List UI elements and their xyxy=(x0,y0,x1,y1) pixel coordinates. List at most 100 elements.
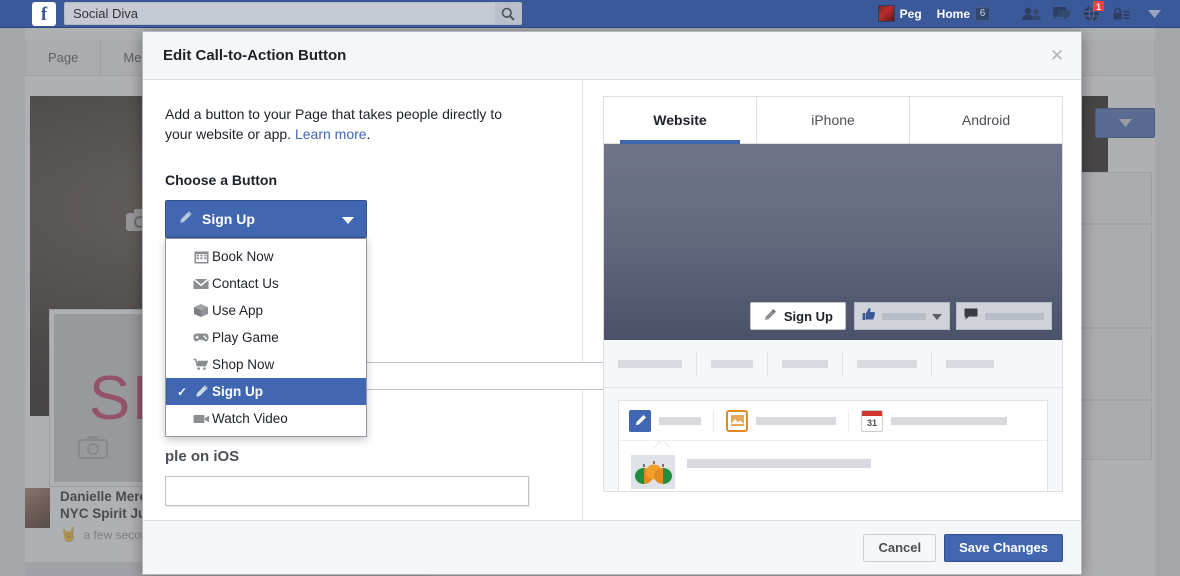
composer-photo-tab[interactable] xyxy=(726,409,849,432)
dropdown-option-label: Book Now xyxy=(212,249,274,264)
save-changes-button[interactable]: Save Changes xyxy=(944,533,1063,562)
preview-nav-item xyxy=(711,351,768,376)
home-link[interactable]: Home 6 xyxy=(929,6,998,21)
modal-body: Add a button to your Page that takes peo… xyxy=(143,80,1081,520)
preview-tabs: Website iPhone Android xyxy=(603,96,1063,144)
preview-composer: 31 xyxy=(618,400,1048,491)
intro-line-1: Add a button to your Page that takes peo… xyxy=(165,106,487,122)
tab-iphone[interactable]: iPhone xyxy=(757,97,910,143)
composer-caret-icon xyxy=(653,440,671,449)
preview-cover-photo: Sign Up xyxy=(604,144,1062,340)
dropdown-option-shop-now[interactable]: Shop Now xyxy=(166,351,366,378)
thumbs-up-icon xyxy=(862,307,876,326)
avatar xyxy=(877,5,895,22)
pencil-icon xyxy=(763,308,777,325)
screen-root: Page Me SD ent Daniell xyxy=(0,0,1180,576)
ios-url-input[interactable] xyxy=(165,476,529,506)
dropdown-option-book-now[interactable]: Book Now xyxy=(166,243,366,270)
topbar-right-cluster: Peg Home 6 1 xyxy=(871,0,1180,28)
oranges-image xyxy=(631,455,675,489)
edit-cta-modal: Edit Call-to-Action Button ✕ Add a butto… xyxy=(142,31,1082,575)
preview-like-button[interactable] xyxy=(854,302,950,330)
preview-action-buttons: Sign Up xyxy=(749,302,1052,330)
check-icon: ✓ xyxy=(176,384,188,399)
pencil-icon xyxy=(629,409,651,432)
messages-icon[interactable] xyxy=(1046,3,1076,25)
pencil-icon xyxy=(178,210,193,228)
preview-page-nav xyxy=(604,340,1062,388)
modal-footer: Cancel Save Changes xyxy=(143,520,1081,574)
photo-icon xyxy=(726,409,748,432)
profile-link[interactable]: Peg xyxy=(871,2,929,26)
modal-header: Edit Call-to-Action Button ✕ xyxy=(143,32,1081,80)
globe-icon[interactable]: 1 xyxy=(1076,0,1106,25)
dropdown-option-watch-video[interactable]: Watch Video xyxy=(166,405,366,432)
preview-nav-item xyxy=(857,351,932,376)
preview-post-placeholder xyxy=(687,459,871,468)
facebook-top-bar: f Social Diva Peg Home 6 1 xyxy=(0,0,1180,28)
gamepad-icon xyxy=(190,331,212,344)
learn-more-link[interactable]: Learn more xyxy=(295,126,367,142)
calendar-day: 31 xyxy=(866,418,877,428)
box-icon xyxy=(190,303,212,318)
preview-message-placeholder xyxy=(985,312,1044,320)
search-input[interactable]: Social Diva xyxy=(64,2,522,25)
selected-button-label: Sign Up xyxy=(202,211,255,227)
choose-button-label: Choose a Button xyxy=(165,172,277,188)
dropdown-option-play-game[interactable]: Play Game xyxy=(166,324,366,351)
notifications-badge: 1 xyxy=(1091,0,1105,12)
dropdown-option-sign-up[interactable]: ✓ Sign Up xyxy=(166,378,366,405)
preview-post-row xyxy=(619,441,1047,491)
dropdown-option-contact-us[interactable]: Contact Us xyxy=(166,270,366,297)
preview-cta-button[interactable]: Sign Up xyxy=(749,302,846,330)
chevron-down-icon[interactable] xyxy=(1142,3,1166,25)
intro-period: . xyxy=(366,126,371,142)
dropdown-option-use-app[interactable]: Use App xyxy=(166,297,366,324)
privacy-lock-icon[interactable] xyxy=(1106,3,1136,25)
modal-preview-pane: Website iPhone Android Sign Up 31 xyxy=(583,80,1081,520)
composer-status-tab[interactable] xyxy=(629,409,714,432)
chevron-down-icon xyxy=(932,307,942,325)
preview-stage: Sign Up 31 xyxy=(603,144,1063,492)
chevron-down-icon xyxy=(342,211,354,227)
search-icon[interactable] xyxy=(495,3,521,24)
button-type-selector: Sign Up Book Now Contact Us Use App Play… xyxy=(165,200,367,437)
preview-nav-item xyxy=(946,352,1008,376)
button-type-dropdown-menu[interactable]: Book Now Contact Us Use App Play Game Sh… xyxy=(165,238,367,437)
preview-nav-item xyxy=(618,351,697,376)
dropdown-option-label: Shop Now xyxy=(212,357,275,372)
cancel-button[interactable]: Cancel xyxy=(863,533,937,562)
preview-composer-tabs: 31 xyxy=(619,401,1047,441)
preview-cta-label: Sign Up xyxy=(783,308,833,324)
intro-text: Add a button to your Page that takes peo… xyxy=(165,104,525,144)
facebook-logo-icon[interactable]: f xyxy=(32,1,56,26)
profile-name: Peg xyxy=(899,6,922,21)
tab-website[interactable]: Website xyxy=(604,97,757,144)
envelope-icon xyxy=(190,277,212,290)
composer-event-tab[interactable]: 31 xyxy=(861,409,1019,432)
home-badge: 6 xyxy=(975,6,990,21)
home-label: Home xyxy=(936,6,970,21)
dropdown-option-label: Play Game xyxy=(212,330,279,345)
selected-button-trigger[interactable]: Sign Up xyxy=(165,200,367,238)
calendar-icon: 31 xyxy=(861,409,883,432)
close-icon[interactable]: ✕ xyxy=(1047,46,1067,66)
preview-nav-item xyxy=(782,351,843,376)
dropdown-option-label: Contact Us xyxy=(212,276,279,291)
video-icon xyxy=(190,413,212,425)
modal-left-pane: Add a button to your Page that takes peo… xyxy=(143,80,683,520)
pencil-icon xyxy=(190,384,212,399)
search-input-value: Social Diva xyxy=(73,6,139,21)
speech-bubble-icon xyxy=(964,307,978,325)
cart-icon xyxy=(190,358,212,371)
friends-icon[interactable] xyxy=(1016,3,1046,25)
calendar-icon xyxy=(190,250,212,264)
preview-message-button[interactable] xyxy=(956,302,1052,330)
tab-android[interactable]: Android xyxy=(910,97,1062,143)
preview-like-placeholder xyxy=(882,312,926,320)
modal-title: Edit Call-to-Action Button xyxy=(163,47,347,64)
ios-section-heading: ple on iOS xyxy=(165,448,240,465)
dropdown-option-label: Sign Up xyxy=(212,384,263,399)
dropdown-option-label: Use App xyxy=(212,303,264,318)
dropdown-option-label: Watch Video xyxy=(212,411,288,426)
